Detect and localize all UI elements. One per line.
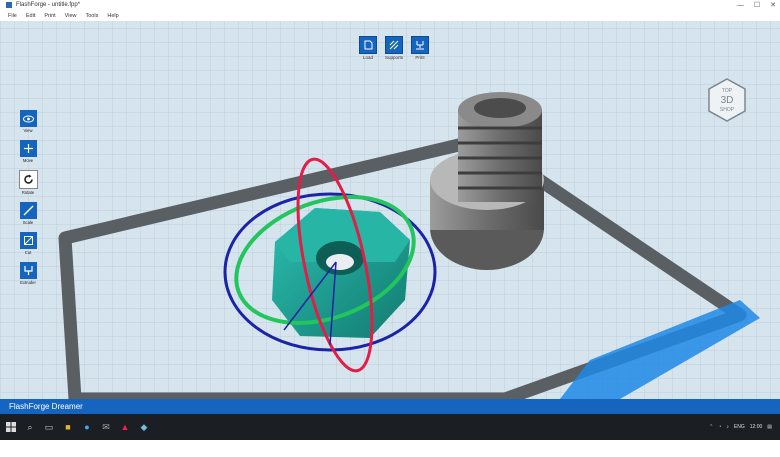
supports-button[interactable]: Supports xyxy=(384,36,404,60)
windows-taskbar: ⌕ ▭ ■ ● ✉ ▲ ◆ xyxy=(0,414,780,440)
cut-icon xyxy=(23,236,33,245)
chevron-up-icon[interactable]: ⌃ xyxy=(709,424,713,430)
taskbar-app-1[interactable]: ■ xyxy=(60,419,76,435)
load-button[interactable]: Load xyxy=(358,36,378,60)
flashforge-app-icon: ▲ xyxy=(120,422,130,432)
start-button[interactable] xyxy=(3,419,19,435)
clock[interactable]: 12:00 xyxy=(750,424,763,430)
windows-logo-icon xyxy=(6,422,16,432)
move-tool-button[interactable]: Move xyxy=(17,140,39,163)
load-label: Load xyxy=(362,55,373,60)
move-icon xyxy=(23,144,33,153)
status-text: FlashForge Dreamer xyxy=(9,402,83,411)
extruder-tool-label: Extruder xyxy=(20,280,36,285)
minimize-button[interactable]: — xyxy=(737,0,744,11)
scale-icon xyxy=(23,205,33,216)
supports-label: Supports xyxy=(384,55,403,60)
title-bar: FlashForge - untitle.fpp* — ☐ ✕ xyxy=(0,0,780,11)
print-label: Print xyxy=(415,55,425,60)
top3dshop-logo: TOP 3D SHOP xyxy=(708,78,746,122)
supports-icon xyxy=(389,40,399,50)
view-tool-label: View xyxy=(23,128,33,133)
top-toolbar: Load Supports Print xyxy=(358,36,430,60)
cut-tool-button[interactable]: Cut xyxy=(17,232,39,255)
menu-view[interactable]: View xyxy=(65,11,77,21)
app-window: FlashForge - untitle.fpp* — ☐ ✕ File Edi… xyxy=(0,0,780,457)
svg-text:TOP: TOP xyxy=(722,88,733,94)
window-title: FlashForge - untitle.fpp* xyxy=(16,2,81,8)
eye-icon xyxy=(22,115,34,122)
task-view-icon: ▭ xyxy=(44,421,54,432)
taskbar-app-5[interactable]: ◆ xyxy=(136,419,152,435)
close-button[interactable]: ✕ xyxy=(770,0,776,11)
search-icon: ⌕ xyxy=(27,421,33,432)
app-icon-5: ◆ xyxy=(140,421,148,432)
maximize-button[interactable]: ☐ xyxy=(754,0,760,11)
menu-print[interactable]: Print xyxy=(44,11,55,21)
scale-tool-label: Scale xyxy=(22,220,34,225)
taskbar-app-2[interactable]: ● xyxy=(79,419,95,435)
browser-icon: ● xyxy=(84,422,90,432)
language-indicator[interactable]: ENG xyxy=(734,424,745,430)
rotate-tool-label: Rotate xyxy=(21,190,35,195)
scale-tool-button[interactable]: Scale xyxy=(17,202,39,225)
taskbar-app-3[interactable]: ✉ xyxy=(98,419,114,435)
build-plate-scene xyxy=(0,21,780,399)
menu-file[interactable]: File xyxy=(8,11,17,21)
rotate-icon xyxy=(23,174,33,184)
mail-icon: ✉ xyxy=(102,421,110,432)
rotate-tool-button[interactable]: Rotate xyxy=(17,170,39,195)
3d-viewport[interactable]: TOP 3D SHOP xyxy=(0,21,780,399)
bottom-margin xyxy=(0,440,780,457)
volume-icon[interactable]: ♪ xyxy=(726,424,729,430)
menu-help[interactable]: Help xyxy=(107,11,118,21)
move-tool-label: Move xyxy=(22,158,34,163)
task-view-button[interactable]: ▭ xyxy=(41,419,57,435)
print-button[interactable]: Print xyxy=(410,36,430,60)
status-bar: FlashForge Dreamer xyxy=(0,399,780,414)
notifications-icon[interactable]: ▤ xyxy=(767,424,772,430)
network-icon[interactable]: ◔ xyxy=(718,424,721,430)
print-icon xyxy=(416,41,424,50)
cut-tool-label: Cut xyxy=(24,250,32,255)
menu-bar: File Edit Print View Tools Help xyxy=(0,11,780,21)
app-icon xyxy=(6,2,12,8)
svg-text:SHOP: SHOP xyxy=(720,107,735,113)
system-tray: ⌃ ◔ ♪ ENG 12:00 ▤ xyxy=(709,414,772,440)
extruder-tool-button[interactable]: Extruder xyxy=(17,262,39,285)
search-button[interactable]: ⌕ xyxy=(22,419,38,435)
folder-icon: ■ xyxy=(65,422,71,432)
svg-text:3D: 3D xyxy=(721,95,734,106)
menu-edit[interactable]: Edit xyxy=(26,11,35,21)
left-toolbar: View Move Rotate Scale Cut Extruder xyxy=(17,110,39,292)
view-tool-button[interactable]: View xyxy=(17,110,39,133)
menu-tools[interactable]: Tools xyxy=(86,11,99,21)
load-icon xyxy=(364,40,372,50)
extruder-icon xyxy=(23,266,33,275)
taskbar-app-4[interactable]: ▲ xyxy=(117,419,133,435)
